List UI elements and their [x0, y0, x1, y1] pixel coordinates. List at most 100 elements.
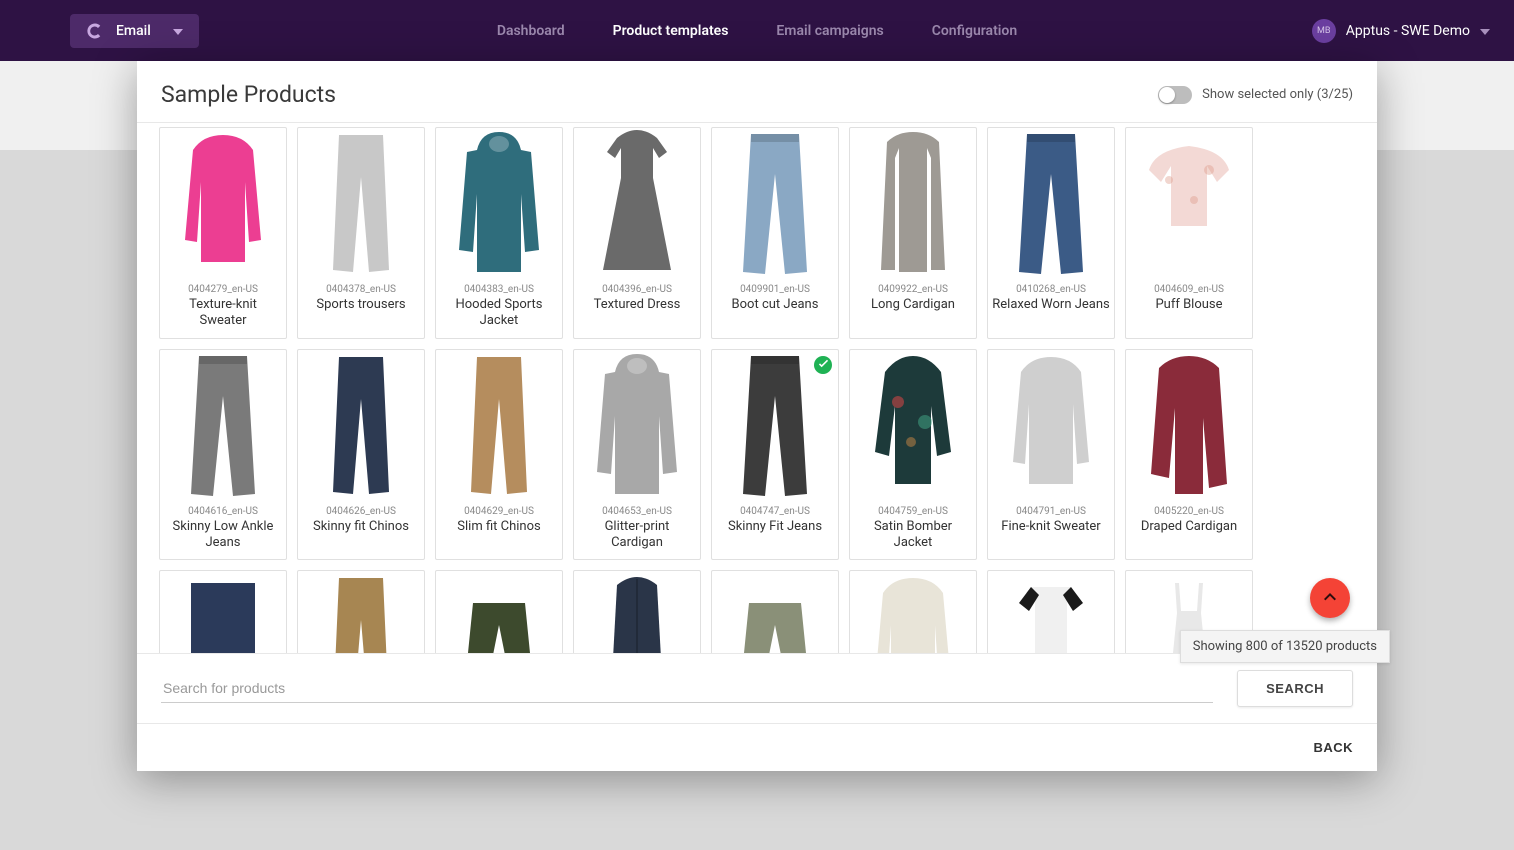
product-card[interactable]: 0404759_en-USSatin Bomber Jacket: [849, 349, 977, 561]
product-image: [587, 352, 687, 500]
product-name: Draped Cardigan: [1141, 519, 1237, 535]
product-card[interactable]: 0410268_en-US Relaxed Worn Jeans: [987, 127, 1115, 339]
nav-tab-dashboard[interactable]: Dashboard: [497, 23, 565, 39]
product-name: Boot cut Jeans: [732, 297, 819, 313]
selected-check-icon: [814, 356, 832, 374]
product-card[interactable]: 0404616_en-USSkinny Low Ankle Jeans: [159, 349, 287, 561]
product-name: Fine-knit Sweater: [1001, 519, 1100, 535]
email-dropdown[interactable]: Email: [70, 14, 199, 48]
product-card[interactable]: 0404383_en-US Hooded Sports Jacket: [435, 127, 563, 339]
product-sku: 0404791_en-US: [1016, 506, 1086, 517]
nav-tab-product-templates[interactable]: Product templates: [613, 23, 729, 39]
product-sku: 0409922_en-US: [878, 284, 948, 295]
product-image: [863, 573, 963, 653]
product-card[interactable]: 0409922_en-US Long Cardigan: [849, 127, 977, 339]
product-sku: 0404279_en-US: [188, 284, 258, 295]
modal-header: Sample Products Show selected only (3/25…: [137, 61, 1377, 123]
product-card[interactable]: [297, 570, 425, 653]
product-sku: 0404396_en-US: [602, 284, 672, 295]
product-name: Skinny fit Chinos: [313, 519, 409, 535]
search-input[interactable]: [161, 674, 1213, 703]
product-image: [1001, 352, 1101, 500]
product-card[interactable]: 0404791_en-US Fine-knit Sweater: [987, 349, 1115, 561]
product-sku: 0404653_en-US: [602, 506, 672, 517]
product-card[interactable]: 0405220_en-US Draped Cardigan: [1125, 349, 1253, 561]
product-name: Sports trousers: [316, 297, 405, 313]
chevron-down-icon: [173, 23, 183, 39]
product-card[interactable]: [711, 570, 839, 653]
product-image: [1139, 352, 1239, 500]
product-image: [449, 130, 549, 278]
user-menu[interactable]: MB Apptus - SWE Demo: [1312, 19, 1490, 43]
product-card[interactable]: 0404396_en-US Textured Dress: [573, 127, 701, 339]
product-card[interactable]: [573, 570, 701, 653]
product-count-tooltip: Showing 800 of 13520 products: [1180, 630, 1390, 663]
product-image: [173, 130, 273, 278]
product-card[interactable]: [435, 570, 563, 653]
product-card[interactable]: 0409901_en-US Boot cut Jeans: [711, 127, 839, 339]
product-image: [587, 573, 687, 653]
product-image: [725, 352, 825, 500]
top-bar: Email Dashboard Product templates Email ca…: [0, 0, 1514, 61]
nav-tab-configuration[interactable]: Configuration: [932, 23, 1017, 39]
product-sku: 0404747_en-US: [740, 506, 810, 517]
show-selected-label: Show selected only (3/25): [1202, 87, 1353, 102]
product-image: [1139, 130, 1239, 278]
product-card[interactable]: 0404279_en-USTexture-knit Sweater: [159, 127, 287, 339]
product-image: [1001, 573, 1101, 653]
product-name: Glitter-print Cardigan: [578, 519, 696, 552]
product-card[interactable]: 0404653_en-US Glitter-print Cardigan: [573, 349, 701, 561]
product-card[interactable]: [159, 570, 287, 653]
modal-title: Sample Products: [161, 81, 336, 108]
product-image: [173, 352, 273, 500]
product-sku: 0404626_en-US: [326, 506, 396, 517]
product-name: Skinny Fit Jeans: [728, 519, 822, 535]
show-selected-toggle-area: Show selected only (3/25): [1158, 86, 1353, 104]
product-image: [311, 352, 411, 500]
product-image: [587, 130, 687, 278]
sample-products-modal: Sample Products Show selected only (3/25…: [137, 61, 1377, 771]
product-card[interactable]: 0404626_en-US Skinny fit Chinos: [297, 349, 425, 561]
product-image: [311, 130, 411, 278]
modal-footer: BACK: [137, 723, 1377, 771]
nav-tab-email-campaigns[interactable]: Email campaigns: [776, 23, 883, 39]
product-sku: 0410268_en-US: [1016, 284, 1086, 295]
product-name: Long Cardigan: [871, 297, 955, 313]
product-sku: 0409901_en-US: [740, 284, 810, 295]
product-sku: 0404378_en-US: [326, 284, 396, 295]
email-dropdown-label: Email: [116, 23, 151, 39]
product-card[interactable]: 0404629_en-USSlim fit Chinos: [435, 349, 563, 561]
scroll-up-fab[interactable]: [1310, 578, 1350, 618]
product-card[interactable]: 0404747_en-US Skinny Fit Jeans: [711, 349, 839, 561]
product-grid: 0404279_en-USTexture-knit Sweater0404378…: [159, 127, 1355, 653]
product-card[interactable]: [987, 570, 1115, 653]
product-image: [725, 573, 825, 653]
avatar: MB: [1312, 19, 1336, 43]
search-button[interactable]: SEARCH: [1237, 670, 1353, 707]
product-image: [1001, 130, 1101, 278]
back-button[interactable]: BACK: [1313, 740, 1353, 755]
product-image: [725, 130, 825, 278]
product-name: Hooded Sports Jacket: [440, 297, 558, 330]
product-sku: 0404383_en-US: [464, 284, 534, 295]
modal-body[interactable]: 0404279_en-USTexture-knit Sweater0404378…: [137, 123, 1377, 653]
product-name: Puff Blouse: [1155, 297, 1222, 313]
product-name: Relaxed Worn Jeans: [992, 297, 1110, 313]
product-sku: 0405220_en-US: [1154, 506, 1224, 517]
product-card[interactable]: 0404378_en-US Sports trousers: [297, 127, 425, 339]
product-card[interactable]: 0404609_en-USPuff Blouse: [1125, 127, 1253, 339]
logo-swirl-icon: [86, 22, 104, 40]
product-sku: 0404759_en-US: [878, 506, 948, 517]
product-sku: 0404629_en-US: [464, 506, 534, 517]
show-selected-toggle[interactable]: [1158, 86, 1192, 104]
product-image: [863, 130, 963, 278]
search-row: SEARCH: [137, 653, 1377, 723]
product-image: [311, 573, 411, 653]
product-image: [173, 573, 273, 653]
product-image: [449, 573, 549, 653]
chevron-down-icon: [1480, 23, 1490, 39]
product-card[interactable]: [849, 570, 977, 653]
product-name: Textured Dress: [594, 297, 681, 313]
chevron-up-icon: [1322, 588, 1338, 608]
product-sku: 0404616_en-US: [188, 506, 258, 517]
